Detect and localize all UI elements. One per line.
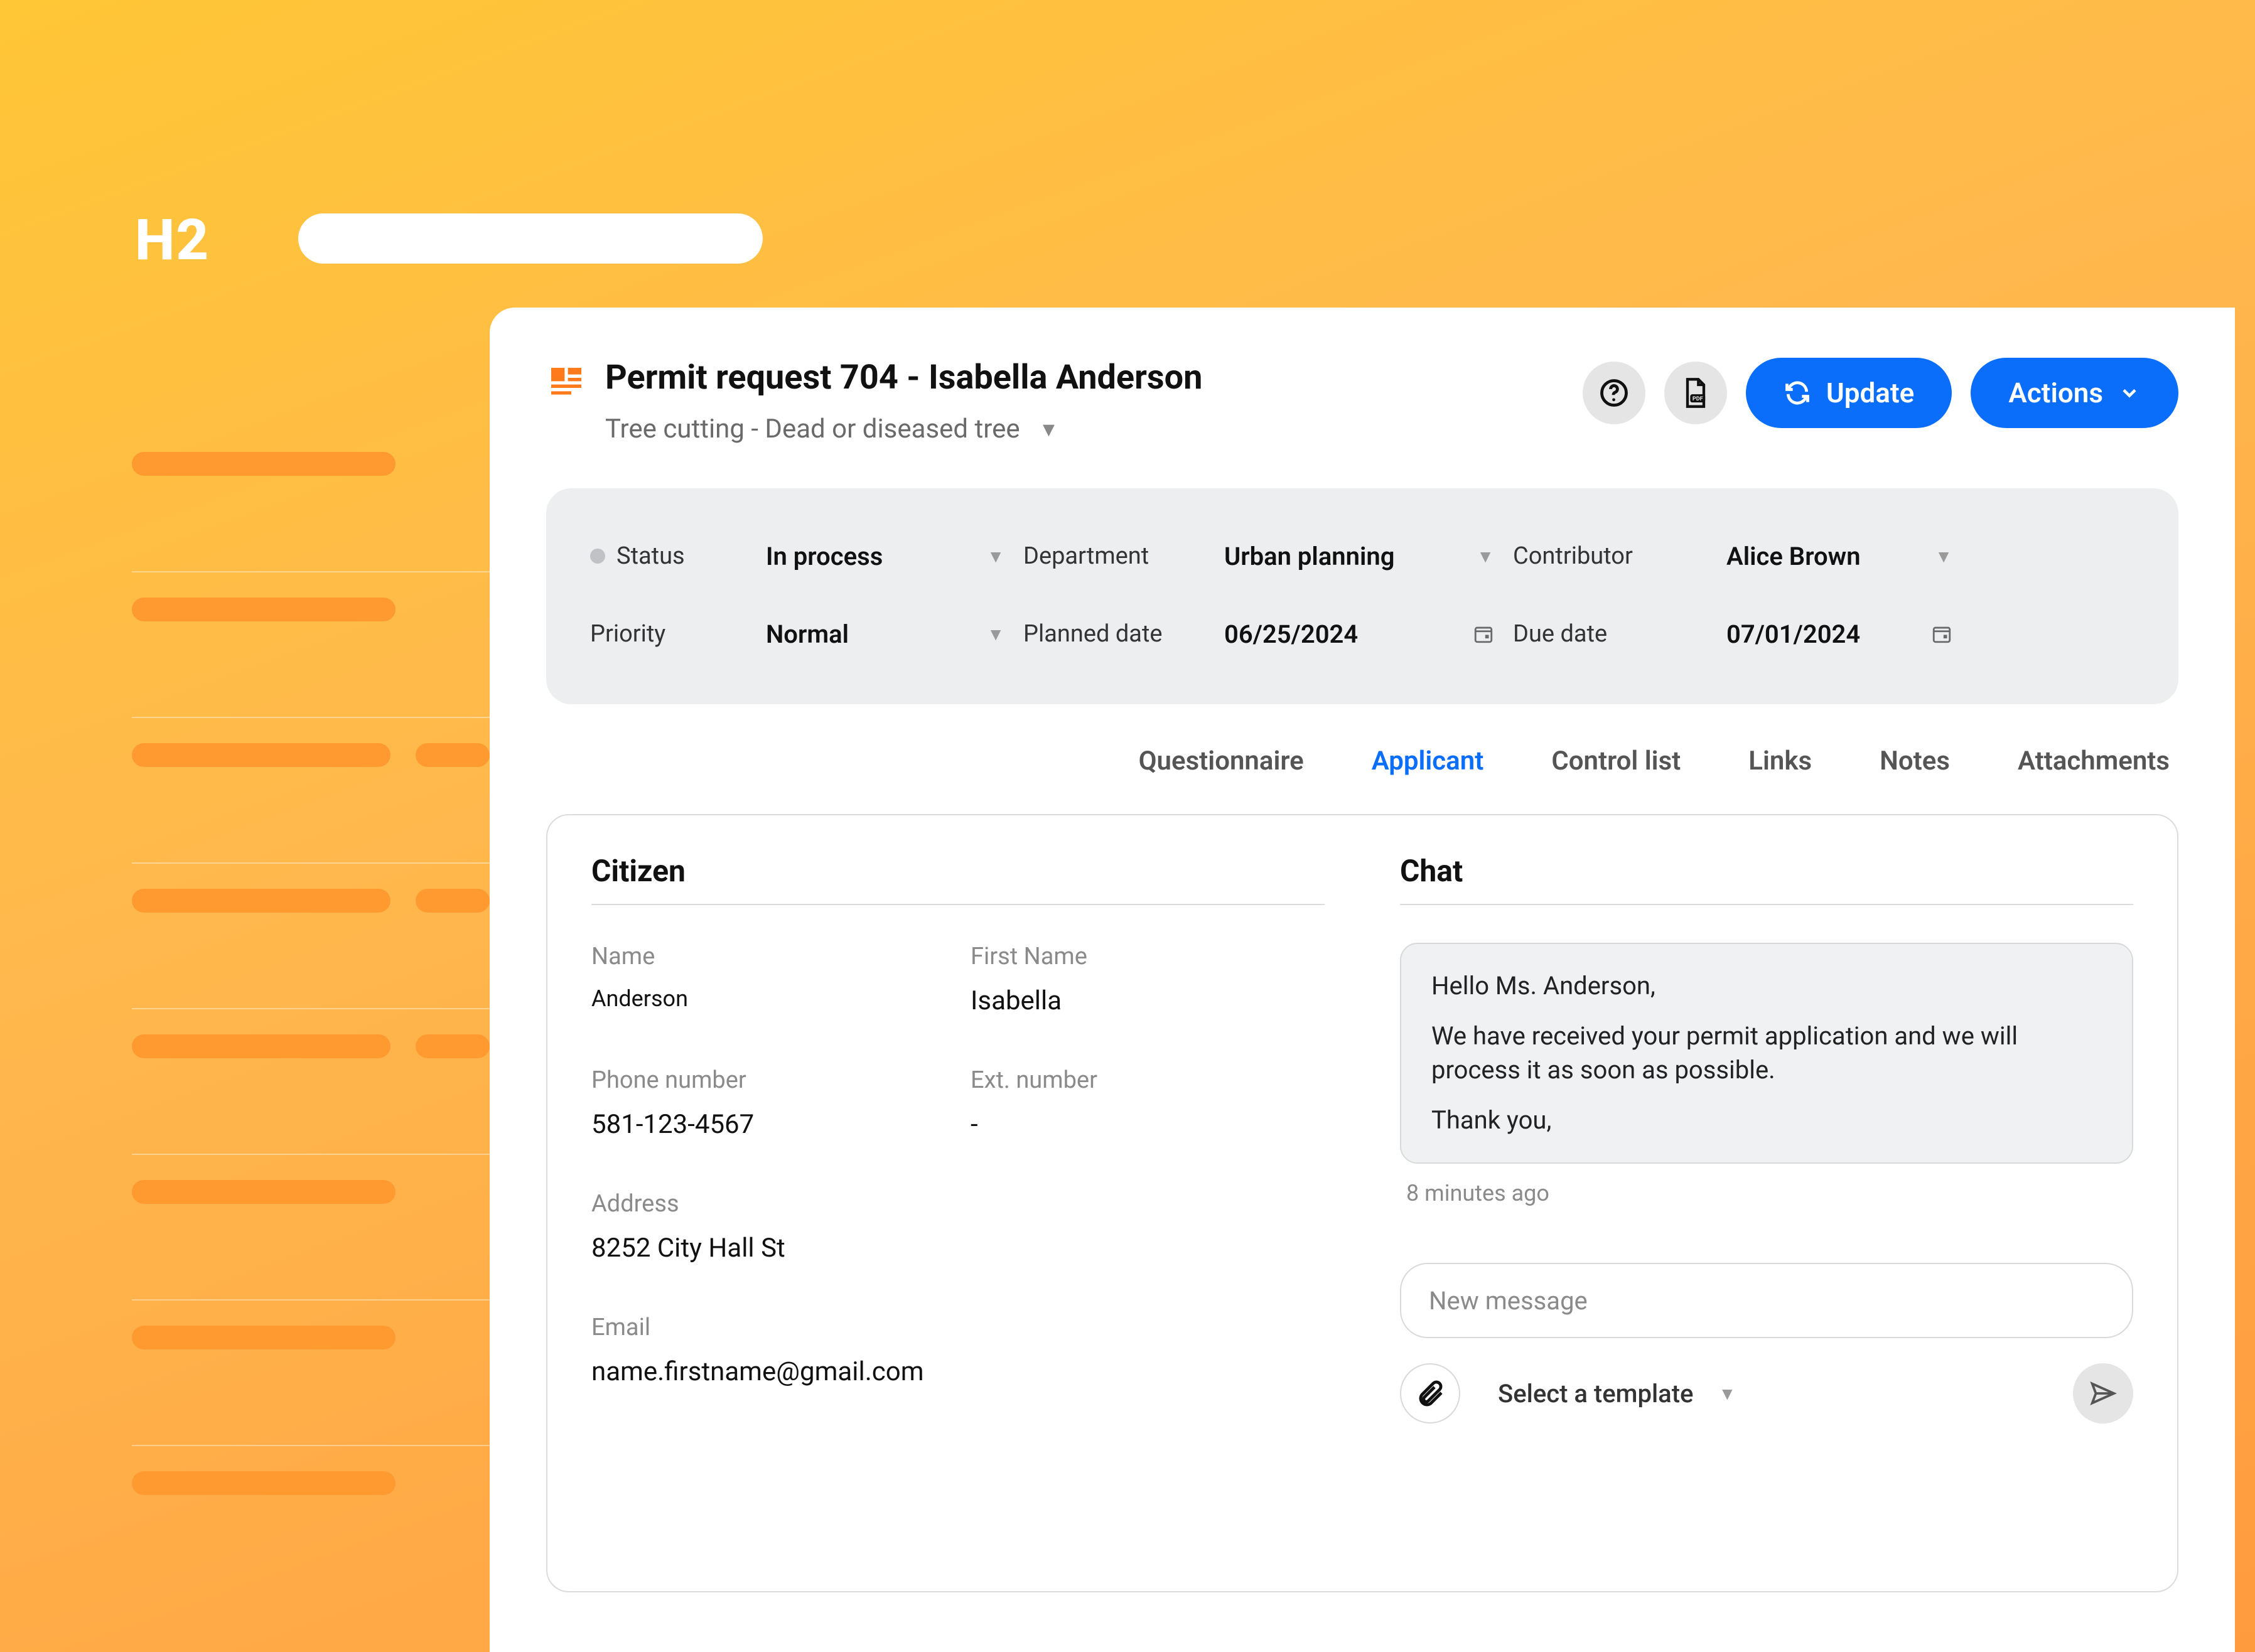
ext-value: - [971,1109,1325,1140]
chat-column: Chat Hello Ms. Anderson, We have receive… [1400,853,2133,1553]
chat-send-button[interactable] [2073,1363,2133,1424]
h2-placeholder-pill [298,213,763,264]
actions-menu-button[interactable]: Actions [1971,358,2178,428]
update-button-label: Update [1826,377,1915,409]
priority-label: Priority [590,620,747,648]
chat-template-select[interactable]: Select a template ▼ [1498,1379,1736,1408]
email-label: Email [591,1314,1325,1341]
update-button[interactable]: Update [1746,358,1952,428]
actions-button-label: Actions [2008,377,2103,409]
permit-type-label: Tree cutting - Dead or diseased tree [605,414,1020,444]
refresh-icon [1784,379,1811,407]
chevron-down-icon: ▼ [1718,1383,1736,1404]
chat-new-message-input[interactable]: New message [1400,1263,2133,1338]
planned-date-picker[interactable]: 06/25/2024 [1224,620,1494,649]
due-date-picker[interactable]: 07/01/2024 [1726,620,1952,649]
planned-date-label: Planned date [1023,620,1205,648]
contributor-label: Contributor [1513,542,1708,570]
chevron-down-icon [2118,382,2141,404]
tab-questionnaire[interactable]: Questionnaire [1136,739,1306,783]
chat-timestamp: 8 minutes ago [1406,1180,2133,1206]
tab-links[interactable]: Links [1746,739,1814,783]
status-dot-icon [590,549,605,564]
chevron-down-icon: ▼ [1477,546,1494,567]
tab-notes[interactable]: Notes [1877,739,1952,783]
contributor-select[interactable]: Alice Brown ▼ [1726,542,1952,571]
calendar-icon [1931,623,1952,645]
due-date-label: Due date [1513,620,1708,648]
template-select-label: Select a template [1498,1379,1693,1408]
tab-applicant[interactable]: Applicant [1369,739,1487,783]
permit-detail-panel: Permit request 704 - Isabella Anderson T… [490,308,2235,1652]
ext-label: Ext. number [971,1066,1325,1094]
help-button[interactable] [1583,362,1645,424]
chat-line: Hello Ms. Anderson, [1431,969,2102,1003]
svg-text:PDF: PDF [1693,396,1703,402]
chat-section-title: Chat [1400,853,2133,905]
first-name-value: Isabella [971,985,1325,1016]
chat-message: Hello Ms. Anderson, We have received you… [1400,943,2133,1164]
name-value: Anderson [591,985,945,1012]
status-label: Status [590,542,747,570]
applicant-content-card: Citizen Name Anderson First Name Isabell… [546,814,2178,1592]
decorative-left-lines [132,427,490,1572]
chevron-down-icon: ▼ [1935,546,1952,567]
send-icon [2089,1379,2118,1408]
department-label: Department [1023,542,1205,570]
h2-heading-label: H2 [135,207,210,273]
phone-label: Phone number [591,1066,945,1094]
priority-select[interactable]: Normal ▼ [766,620,1004,649]
status-summary-card: Status In process ▼ Department Urban pla… [546,488,2178,704]
permit-icon [546,363,586,403]
address-value: 8252 City Hall St [591,1233,1325,1263]
chat-input-placeholder: New message [1429,1286,1588,1316]
tab-attachments[interactable]: Attachments [2015,739,2172,783]
chat-line: We have received your permit application… [1431,1019,2102,1087]
tab-control-list[interactable]: Control list [1549,739,1683,783]
first-name-label: First Name [971,943,1325,970]
export-pdf-button[interactable]: PDF [1664,362,1727,424]
status-select[interactable]: In process ▼ [766,542,1004,571]
address-label: Address [591,1190,1325,1218]
paperclip-icon [1415,1378,1445,1408]
chat-line: Thank you, [1431,1103,2102,1137]
citizen-section-title: Citizen [591,853,1325,905]
email-value: name.firstname@gmail.com [591,1356,1325,1387]
department-select[interactable]: Urban planning ▼ [1224,542,1494,571]
chevron-down-icon: ▼ [987,546,1004,567]
page-title: Permit request 704 - Isabella Anderson [605,358,1202,397]
chat-attach-button[interactable] [1400,1363,1460,1424]
citizen-column: Citizen Name Anderson First Name Isabell… [591,853,1325,1553]
phone-value: 581-123-4567 [591,1109,945,1140]
chevron-down-icon: ▼ [1039,417,1059,441]
permit-type-select[interactable]: Tree cutting - Dead or diseased tree ▼ [605,414,1202,444]
calendar-icon [1473,623,1494,645]
detail-tabs: Questionnaire Applicant Control list Lin… [546,739,2178,783]
chevron-down-icon: ▼ [987,624,1004,645]
name-label: Name [591,943,945,970]
